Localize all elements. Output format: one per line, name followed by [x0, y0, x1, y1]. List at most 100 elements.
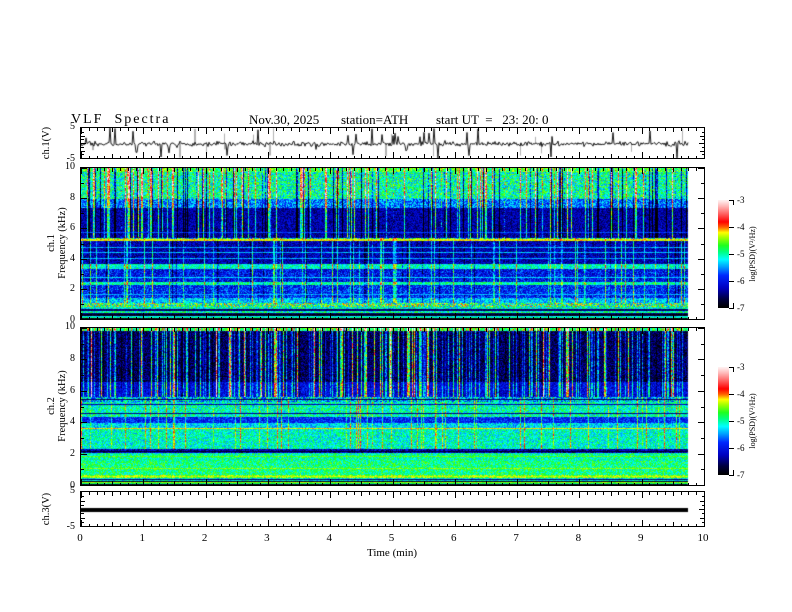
tick-mark: [533, 328, 534, 331]
tick-mark: [704, 152, 705, 158]
tick-mark: [698, 198, 704, 199]
tick-mark: [634, 523, 635, 526]
tick-mark: [346, 155, 347, 158]
tick-mark: [649, 492, 650, 495]
tick-mark: [229, 328, 230, 331]
tick-mark: [595, 316, 596, 319]
tick-mark: [322, 155, 323, 158]
tick-mark: [120, 128, 121, 131]
tick-mark: [393, 128, 394, 134]
tick-mark: [89, 168, 90, 171]
tick-mark: [665, 155, 666, 158]
tick-mark: [533, 128, 534, 131]
tick-mark: [81, 154, 84, 155]
tick-mark: [159, 492, 160, 495]
tick-mark: [81, 391, 87, 392]
tick-mark: [143, 152, 144, 158]
tick-mark: [393, 168, 394, 174]
tick-mark: [128, 316, 129, 319]
tick-mark: [237, 481, 238, 485]
tick-mark: [354, 523, 355, 526]
tick-mark: [213, 328, 214, 331]
tick-mark: [681, 128, 682, 131]
tick-mark: [634, 328, 635, 331]
tick-mark: [701, 469, 704, 470]
tick-mark: [603, 328, 604, 331]
tick-mark: [400, 328, 401, 331]
tick-mark: [400, 523, 401, 526]
tick-mark: [112, 522, 113, 526]
tick-mark: [642, 152, 643, 158]
tick-mark: [502, 316, 503, 319]
tick-mark: [283, 523, 284, 526]
tick-mark: [439, 155, 440, 158]
tick-mark: [701, 496, 704, 497]
colorbar-tick: [729, 448, 734, 449]
tick-mark: [346, 523, 347, 526]
tick-mark: [439, 128, 440, 131]
tick-mark: [174, 492, 175, 496]
tick-mark: [618, 168, 619, 171]
tick-mark: [556, 523, 557, 526]
tick-mark: [182, 168, 183, 171]
tick-mark: [603, 155, 604, 158]
tick-mark: [494, 316, 495, 319]
tick-mark: [478, 168, 479, 171]
tick-mark: [696, 316, 697, 319]
tick-mark: [330, 313, 331, 319]
tick-mark: [595, 155, 596, 158]
tick-mark: [556, 168, 557, 171]
tick-mark: [182, 128, 183, 131]
y-tick-label: 4: [70, 416, 75, 428]
tick-mark: [245, 316, 246, 319]
tick-mark: [486, 481, 487, 485]
tick-mark: [431, 492, 432, 495]
tick-mark: [681, 482, 682, 485]
tick-mark: [330, 168, 331, 174]
tick-mark: [572, 155, 573, 158]
tick-mark: [221, 492, 222, 495]
tick-mark: [634, 128, 635, 131]
tick-mark: [167, 168, 168, 171]
tick-mark: [587, 128, 588, 131]
tick-mark: [291, 482, 292, 485]
colorbar-1-label: log(PSD)(V²/Hz): [748, 226, 757, 282]
tick-mark: [470, 128, 471, 131]
tick-mark: [307, 492, 308, 495]
tick-mark: [81, 319, 87, 320]
tick-mark: [572, 168, 573, 171]
tick-mark: [564, 492, 565, 495]
tick-mark: [299, 168, 300, 172]
tick-mark: [221, 523, 222, 526]
tick-mark: [701, 147, 704, 148]
tick-mark: [673, 328, 674, 332]
ch2-spectrogram-canvas: [81, 328, 704, 485]
tick-mark: [611, 154, 612, 158]
tick-mark: [128, 482, 129, 485]
tick-mark: [143, 128, 144, 134]
tick-mark: [517, 168, 518, 174]
tick-mark: [470, 492, 471, 495]
ch3-waveform-panel: [80, 491, 705, 527]
tick-mark: [704, 313, 705, 319]
tick-mark: [369, 155, 370, 158]
tick-mark: [393, 313, 394, 319]
tick-mark: [447, 523, 448, 526]
tick-mark: [649, 128, 650, 131]
tick-mark: [665, 328, 666, 331]
tick-mark: [665, 316, 666, 319]
ch1-waveform-panel: [80, 127, 705, 159]
tick-mark: [649, 523, 650, 526]
tick-mark: [502, 482, 503, 485]
tick-mark: [128, 155, 129, 158]
tick-mark: [81, 469, 84, 470]
tick-mark: [268, 152, 269, 158]
tick-mark: [120, 316, 121, 319]
tick-mark: [665, 492, 666, 495]
tick-mark: [595, 492, 596, 495]
tick-mark: [112, 154, 113, 158]
tick-mark: [494, 523, 495, 526]
tick-mark: [701, 139, 704, 140]
tick-mark: [260, 155, 261, 158]
tick-mark: [517, 520, 518, 526]
